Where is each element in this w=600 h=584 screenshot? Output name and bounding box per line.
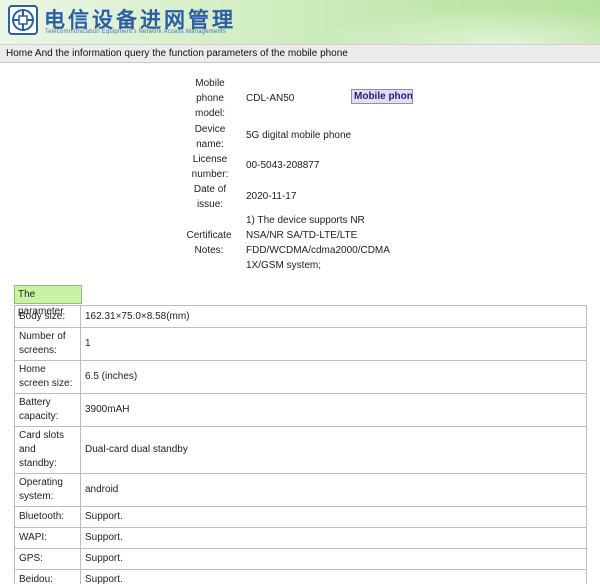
- site-header: 电信设备进网管理 Telecommunication Equipment's N…: [0, 0, 600, 44]
- breadcrumb[interactable]: Home And the information query the funct…: [0, 44, 600, 63]
- param-label: Number of screens:: [14, 327, 81, 361]
- mobile-phone-badge[interactable]: Mobile phon: [351, 89, 413, 104]
- param-value: 6.5 (inches): [80, 360, 587, 394]
- device-label: Device name:: [194, 124, 226, 150]
- param-value: Support.: [80, 569, 587, 584]
- param-label: GPS:: [14, 548, 81, 570]
- param-label: Operating system:: [14, 473, 81, 507]
- param-label: WAPI:: [14, 527, 81, 549]
- param-value: android: [80, 473, 587, 507]
- table-row: Operating system: android: [14, 473, 587, 507]
- notes-label: Certificate Notes:: [186, 230, 232, 256]
- table-row: Battery capacity: 3900mAH: [14, 393, 587, 427]
- model-value: CDL-AN50: [246, 93, 295, 104]
- date-label: Date of issue:: [193, 184, 227, 210]
- table-row: Bluetooth: Support.: [14, 506, 587, 528]
- table-row: Card slots and standby: Dual-card dual st…: [14, 426, 587, 474]
- table-row: WAPI: Support.: [14, 527, 587, 549]
- notes-value: 1) The device supports NR NSA/NR SA/TD-L…: [246, 215, 390, 271]
- param-value: Support.: [80, 506, 587, 528]
- table-row: GPS: Support.: [14, 548, 587, 570]
- param-label: Bluetooth:: [14, 506, 81, 528]
- param-value: 162.31×75.0×8.58(mm): [80, 305, 587, 328]
- param-value: 1: [80, 327, 587, 361]
- param-value: Support.: [80, 548, 587, 570]
- param-label: Battery capacity:: [14, 393, 81, 427]
- site-subtitle: Telecommunication Equipment's Network Ac…: [45, 29, 227, 35]
- parameter-heading: The parameter: [14, 285, 82, 317]
- param-label: Card slots and standby:: [14, 426, 81, 474]
- param-label: Beidou:: [14, 569, 81, 584]
- table-row: Home screen size: 6.5 (inches): [14, 360, 587, 394]
- table-row: Number of screens: 1: [14, 327, 587, 361]
- device-value: 5G digital mobile phone: [246, 130, 352, 141]
- table-row: Beidou: Support.: [14, 569, 587, 584]
- header-decoration: [280, 0, 600, 44]
- model-label: Mobile phone model:: [194, 78, 225, 119]
- date-value: 2020-11-17: [246, 191, 297, 202]
- param-label: Body size:: [14, 305, 81, 328]
- table-row: Body size: 162.31×75.0×8.58(mm): [14, 305, 587, 328]
- telecom-network-logo-icon[interactable]: [8, 5, 38, 35]
- param-value: 3900mAH: [80, 393, 587, 427]
- param-label: Home screen size:: [14, 360, 81, 394]
- param-value: Dual-card dual standby: [80, 426, 587, 474]
- license-label: License number:: [191, 154, 229, 180]
- param-value: Support.: [80, 527, 587, 549]
- license-value: 00-5043-208877: [246, 160, 320, 171]
- parameter-table: Body size: 162.31×75.0×8.58(mm) Number of …: [14, 305, 587, 584]
